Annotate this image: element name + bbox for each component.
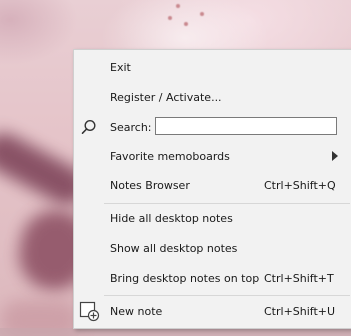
menu-separator xyxy=(104,203,350,204)
menu-item-label: Notes Browser xyxy=(110,178,190,192)
menu-item-search: Search: xyxy=(74,114,351,140)
menu-item-label: Hide all desktop notes xyxy=(110,211,233,225)
menu-item-label: Exit xyxy=(110,60,131,74)
background-detail xyxy=(184,22,188,26)
new-note-icon xyxy=(79,301,100,322)
search-icon xyxy=(81,119,96,134)
menu-item-exit[interactable]: Exit xyxy=(74,54,351,80)
context-menu: Exit Register / Activate... Search: Favo… xyxy=(73,49,351,329)
menu-item-show-all-notes[interactable]: Show all desktop notes xyxy=(74,235,351,261)
taskbar xyxy=(0,328,351,336)
menu-item-label: Register / Activate... xyxy=(110,90,222,104)
background-detail xyxy=(168,16,172,20)
menu-item-shortcut: Ctrl+Shift+U xyxy=(264,304,336,318)
menu-item-notes-browser[interactable]: Notes Browser Ctrl+Shift+Q xyxy=(74,172,351,198)
menu-item-label: Favorite memoboards xyxy=(110,149,230,163)
background-detail xyxy=(176,4,180,8)
menu-item-register[interactable]: Register / Activate... xyxy=(74,84,351,110)
menu-item-shortcut: Ctrl+Shift+Q xyxy=(264,178,336,192)
background-detail xyxy=(200,12,204,16)
menu-item-favorite-memoboards[interactable]: Favorite memoboards xyxy=(74,143,351,169)
search-input[interactable] xyxy=(155,117,337,135)
chevron-right-icon xyxy=(332,151,338,161)
menu-item-bring-notes-on-top[interactable]: Bring desktop notes on top Ctrl+Shift+T xyxy=(74,265,351,291)
menu-item-hide-all-notes[interactable]: Hide all desktop notes xyxy=(74,205,351,231)
search-label: Search: xyxy=(110,120,152,134)
menu-separator xyxy=(104,295,350,296)
menu-item-label: Show all desktop notes xyxy=(110,241,238,255)
menu-item-new-note[interactable]: New note Ctrl+Shift+U xyxy=(74,298,351,324)
menu-item-label: New note xyxy=(110,304,163,318)
menu-item-label: Bring desktop notes on top xyxy=(110,271,260,285)
menu-item-shortcut: Ctrl+Shift+T xyxy=(264,271,334,285)
